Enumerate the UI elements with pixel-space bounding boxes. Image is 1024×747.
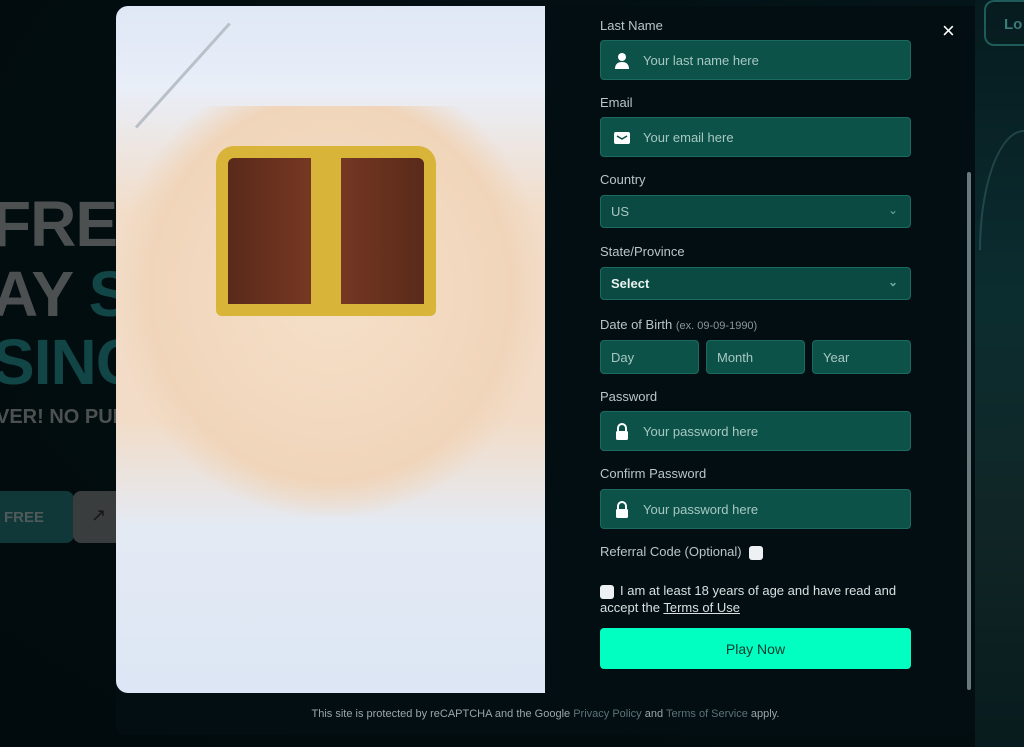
confirm-password-placeholder: Your password here [643,501,759,517]
email-label: Email [600,95,633,110]
last-name-label: Last Name [600,18,663,33]
referral-checkbox[interactable] [748,545,763,560]
password-input[interactable]: Your password here [600,411,911,451]
signup-modal: × Last Name Your last name here Email Yo… [116,6,975,735]
last-name-placeholder: Your last name here [643,52,759,68]
password-placeholder: Your password here [643,423,759,439]
email-placeholder: Your email here [643,129,734,145]
login-button[interactable]: Lo [984,0,1024,46]
country-label: Country [600,172,646,187]
chest-band [311,146,341,316]
dob-label-text: Date of Birth [600,317,673,332]
lock-icon [616,501,628,518]
play-now-button[interactable]: Play Now [600,628,911,669]
privacy-policy-link[interactable]: Privacy Policy [573,708,641,720]
chevron-down-icon: ⌄ [887,275,898,289]
treasure-chest [216,146,436,316]
recaptcha-text: This site is protected by reCAPTCHA and … [311,708,574,720]
dob-year-input[interactable]: Year [812,340,911,374]
dob-day-input[interactable]: Day [600,340,699,374]
dob-label: Date of Birth (ex. 09-09-1990) [600,317,757,332]
password-label: Password [600,389,658,404]
state-value: Select [611,276,650,291]
terms-row: I am at least 18 years of age and have r… [600,582,911,616]
referral-row: Referral Code (Optional) [600,544,763,560]
terms-of-use-link[interactable]: Terms of Use [663,600,740,615]
state-label: State/Province [600,244,685,259]
close-icon[interactable]: × [942,18,955,44]
confirm-password-label: Confirm Password [600,466,707,481]
country-select[interactable]: US ⌄ [600,195,911,228]
scrollbar[interactable] [967,172,971,690]
referral-label: Referral Code (Optional) [600,544,742,559]
dob-month-input[interactable]: Month [706,340,805,374]
treasure-chest-illustration [116,6,545,693]
email-input[interactable]: Your email here [600,117,911,157]
country-value: US [611,204,630,219]
dob-hint: (ex. 09-09-1990) [675,320,758,332]
terms-of-service-link[interactable]: Terms of Service [666,708,748,720]
recaptcha-and: and [641,708,666,720]
age-terms-checkbox[interactable] [600,584,614,599]
envelope-icon [614,132,630,144]
state-select[interactable]: Select ⌄ [600,267,911,300]
recaptcha-notice: This site is protected by reCAPTCHA and … [116,708,975,720]
last-name-input[interactable]: Your last name here [600,40,911,80]
chevron-down-icon: ⌄ [887,203,898,217]
recaptcha-apply: apply. [747,708,780,720]
confirm-password-input[interactable]: Your password here [600,489,911,529]
lock-icon [616,423,628,440]
terms-text: I am at least 18 years of age and have r… [600,583,897,615]
user-icon [615,53,629,69]
